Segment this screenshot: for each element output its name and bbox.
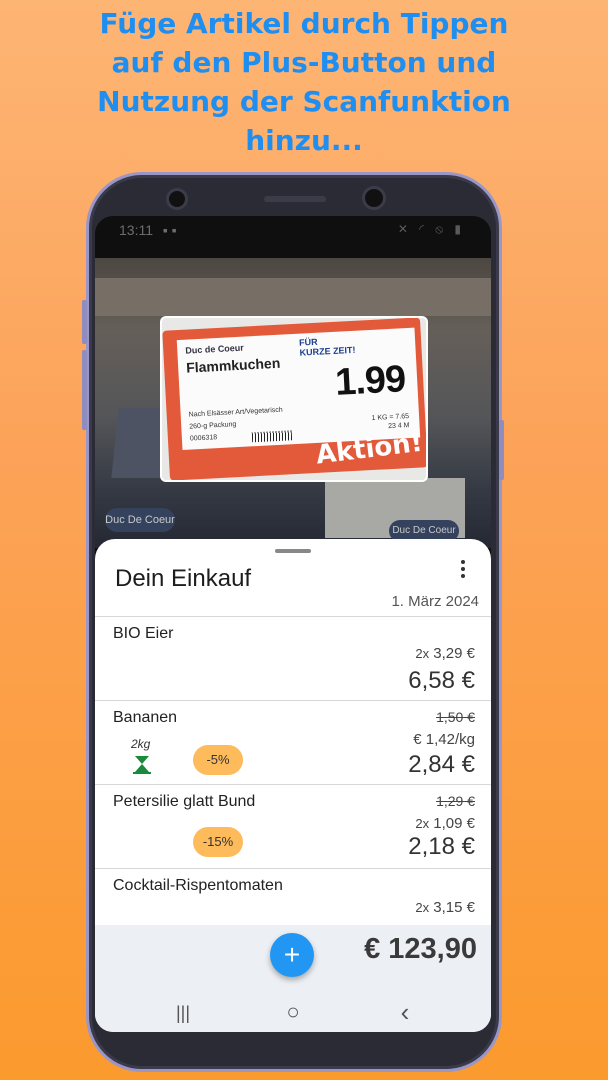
headline-line-3: Nutzung der Scanfunktion xyxy=(97,85,511,118)
discount-badge: -5% xyxy=(193,745,243,775)
item-price: 3,15 € xyxy=(433,899,475,916)
recent-apps-icon[interactable]: ||| xyxy=(171,1003,195,1023)
status-notification-icons: ▪ ▪ xyxy=(162,222,177,238)
tag-promo-badge: FÜR KURZE ZEIT! xyxy=(299,335,356,358)
earpiece-speaker xyxy=(264,196,326,202)
cart-total: € 123,90 xyxy=(364,933,477,965)
sheet-title: Dein Einkauf xyxy=(115,565,252,592)
item-price: 3,29 € xyxy=(433,645,475,662)
tag-code: 0006318 xyxy=(189,434,218,443)
back-icon[interactable]: ‹ xyxy=(393,997,417,1027)
item-name: Petersilie glatt Bund xyxy=(113,793,256,810)
list-item[interactable]: Bananen 1,50 € € 1,42/kg 2kg -5% 2,84 € xyxy=(95,701,491,785)
item-name: Cocktail-Rispentomaten xyxy=(113,877,283,894)
tag-pack: 260-g Packung xyxy=(189,421,237,431)
more-vertical-icon[interactable] xyxy=(457,557,469,581)
drag-handle[interactable] xyxy=(275,549,311,553)
add-item-button[interactable]: + xyxy=(270,933,314,977)
list-item[interactable]: BIO Eier 2x 3,29 € 6,58 € xyxy=(95,617,491,701)
item-unit-price: 2x 3,29 € xyxy=(415,645,475,662)
list-item[interactable]: Petersilie glatt Bund 1,29 € 2x 1,09 € -… xyxy=(95,785,491,869)
item-unit-price: € 1,42/kg xyxy=(413,731,475,748)
headline-line-4: hinzu... xyxy=(245,124,363,157)
item-weight: 2kg xyxy=(131,737,151,751)
scan-frame[interactable]: Duc de Coeur FÜR KURZE ZEIT! Flammkuchen… xyxy=(160,316,428,482)
phone-power-button xyxy=(499,420,504,480)
status-system-icons: ✕ ◜ ⦸ ▮ xyxy=(397,222,465,236)
item-total: 2,84 € xyxy=(408,751,475,778)
discount-badge: -15% xyxy=(193,827,243,857)
phone-side-button xyxy=(82,300,87,344)
item-total: 6,58 € xyxy=(408,667,475,694)
item-old-price: 1,29 € xyxy=(436,793,475,809)
item-name: BIO Eier xyxy=(113,625,174,642)
headline-line-1: Füge Artikel durch Tippen xyxy=(99,7,509,40)
front-sensor-icon xyxy=(166,188,188,210)
cart-footer: + € 123,90 xyxy=(95,925,491,995)
phone-side-button xyxy=(82,350,87,430)
shelf-product xyxy=(95,278,491,316)
status-bar: 13:11 ▪ ▪ ✕ ◜ ⦸ ▮ xyxy=(95,216,491,242)
headline-line-2: auf den Plus-Button und xyxy=(111,46,497,79)
item-name: Bananen xyxy=(113,709,178,726)
front-camera-icon xyxy=(362,186,386,210)
item-quantity: 2x xyxy=(415,816,430,831)
barcode-icon xyxy=(251,430,293,443)
android-navbar: ||| ○ ‹ xyxy=(95,995,491,1032)
tag-price: 1.99 xyxy=(334,358,407,404)
shopping-list-sheet: Dein Einkauf 1. März 2024 BIO Eier 2x 3,… xyxy=(95,539,491,1032)
item-price: 1,09 € xyxy=(433,815,475,832)
promo-headline: Füge Artikel durch Tippen auf den Plus-B… xyxy=(0,4,608,160)
item-quantity: 2x xyxy=(415,900,430,915)
item-old-price: 1,50 € xyxy=(436,709,475,725)
item-quantity: 2x xyxy=(415,646,430,661)
price-tag: Duc de Coeur FÜR KURZE ZEIT! Flammkuchen… xyxy=(162,318,426,480)
shopping-date: 1. März 2024 xyxy=(391,593,479,610)
old-price: 1,29 € xyxy=(436,793,475,809)
home-icon[interactable]: ○ xyxy=(281,999,305,1024)
status-time: 13:11 xyxy=(119,222,153,238)
scale-icon xyxy=(133,756,151,774)
item-total: 2,18 € xyxy=(408,833,475,860)
tag-description: Nach Elsässer Art/Vegetarisch xyxy=(188,406,283,419)
shelf-logo: Duc De Coeur xyxy=(105,508,175,532)
item-unit-price: 2x 3,15 € xyxy=(415,899,475,916)
item-unit-price: 2x 1,09 € xyxy=(415,815,475,832)
old-price: 1,50 € xyxy=(436,709,475,725)
